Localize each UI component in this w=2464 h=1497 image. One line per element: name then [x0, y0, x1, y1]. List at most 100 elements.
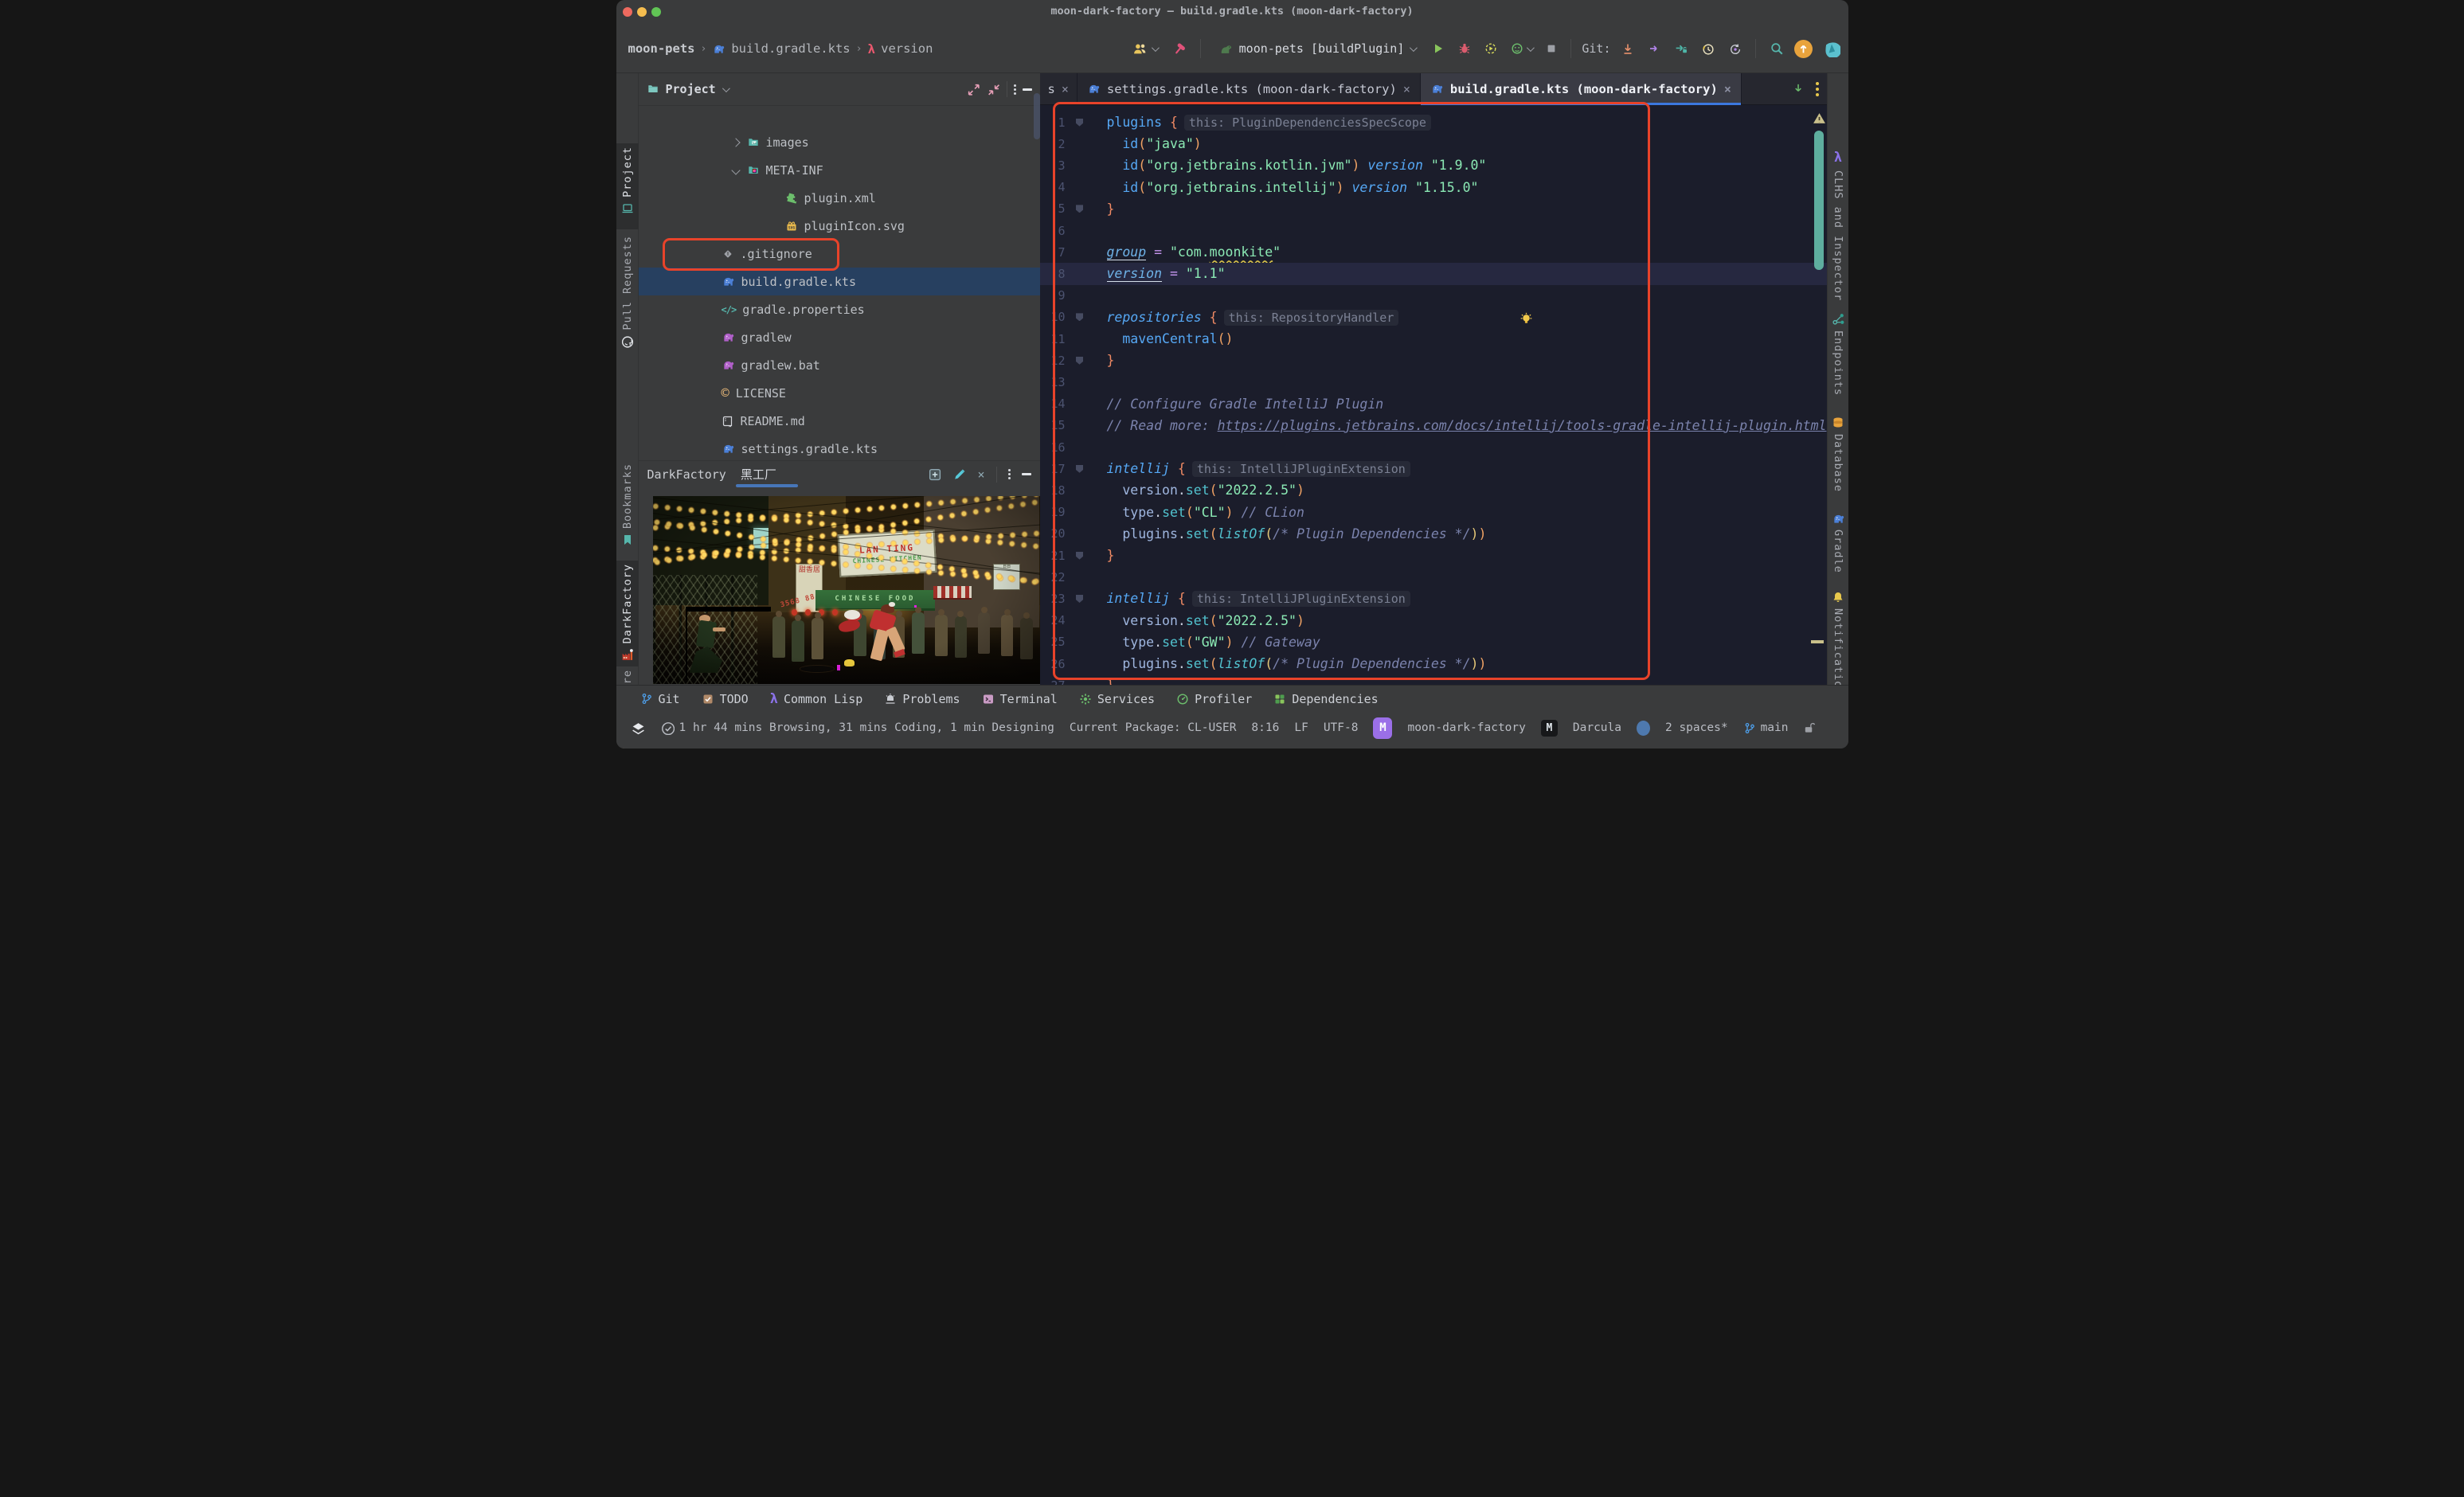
git-push-button[interactable] — [1671, 39, 1691, 59]
profile-button[interactable] — [1508, 39, 1535, 58]
code-line-5[interactable]: 5} — [1040, 198, 1827, 220]
code-line-24[interactable]: 24 version.set("2022.2.5") — [1040, 610, 1827, 631]
code-line-7[interactable]: 7 group = "com.moonkite" — [1040, 241, 1827, 263]
editor-tab[interactable]: settings.gradle.kts (moon-dark-factory) × — [1078, 73, 1421, 104]
code-line-12[interactable]: 12} — [1040, 350, 1827, 371]
tree-item-gradlew[interactable]: gradlew — [639, 323, 1040, 351]
navigate-down-icon[interactable] — [1793, 83, 1805, 95]
code-line-11[interactable]: 11 mavenCentral() — [1040, 328, 1827, 350]
run-with-coverage-button[interactable] — [1481, 39, 1500, 58]
tree-item-build-gradle-kts[interactable]: build.gradle.kts — [638, 268, 1040, 295]
collapse-all-icon[interactable] — [987, 83, 1000, 96]
close-tab-icon[interactable]: × — [1724, 82, 1731, 96]
code-line-18[interactable]: 18 version.set("2022.2.5") — [1040, 479, 1827, 501]
caret-position[interactable]: 8:16 — [1251, 721, 1279, 734]
tool-window-button-darkfactory[interactable]: DarkFactory — [616, 561, 639, 666]
tree-item-pluginicon-svg[interactable]: SVG pluginIcon.svg — [639, 212, 1040, 240]
tool-window-button-database[interactable]: Database — [1828, 416, 1848, 513]
current-package[interactable]: Current Package: CL-USER — [1070, 721, 1237, 734]
code-line-14[interactable]: 14 // Configure Gradle IntelliJ Plugin — [1040, 393, 1827, 415]
code-line-6[interactable]: 6 — [1040, 220, 1827, 241]
tree-item-license[interactable]: © LICENSE — [639, 379, 1040, 407]
git-commit-button[interactable] — [1645, 39, 1664, 58]
tool-window-button-services[interactable]: Services — [1079, 692, 1155, 706]
editor-tab[interactable]: build.gradle.kts (moon-dark-factory) × — [1420, 73, 1742, 105]
tool-window-button-todo[interactable]: TODO — [702, 692, 749, 706]
code-line-15[interactable]: 15 // Read more: https://plugins.jetbrain… — [1040, 415, 1827, 436]
fold-marker-icon[interactable] — [1076, 594, 1083, 603]
tool-window-button-terminal[interactable]: Terminal — [982, 692, 1058, 706]
tree-item-readme-md[interactable]: README.md — [639, 407, 1040, 435]
darkfactory-tab[interactable]: 黑工厂 — [735, 461, 798, 487]
tree-item-images[interactable]: images — [639, 128, 1040, 156]
git-update-button[interactable] — [1618, 39, 1637, 59]
more-options-icon[interactable] — [1013, 84, 1016, 95]
code-line-20[interactable]: 20 plugins.set(listOf(/* Plugin Dependen… — [1040, 523, 1827, 545]
indent-setting[interactable]: 2 spaces* — [1665, 721, 1728, 734]
git-branch-name[interactable]: main — [1761, 721, 1789, 734]
tree-item-settings-gradle-kts[interactable]: settings.gradle.kts — [639, 435, 1040, 460]
tool-window-button-endpoints[interactable]: Endpoints — [1828, 312, 1848, 416]
code-line-13[interactable]: 13 — [1040, 371, 1827, 393]
inspection-warning-icon[interactable] — [1811, 111, 1828, 125]
fold-marker-icon[interactable] — [1076, 551, 1083, 560]
history-button[interactable] — [1698, 39, 1718, 59]
fold-marker-icon[interactable] — [1076, 118, 1083, 127]
code-line-22[interactable]: 22 — [1040, 566, 1827, 588]
run-configuration-select[interactable]: moon-pets [buildPlugin] — [1211, 37, 1422, 60]
code-line-8[interactable]: 8 version = "1.1" — [1039, 263, 1827, 285]
close-tab-icon[interactable]: × — [1403, 82, 1410, 96]
hide-panel-icon[interactable] — [1021, 473, 1031, 475]
tool-window-button-gradle[interactable]: Gradle — [1828, 513, 1848, 592]
editor-scrollbar[interactable] — [1813, 131, 1824, 270]
tree-expander-icon[interactable] — [730, 137, 741, 147]
code-line-17[interactable]: 17 intellij {this: IntelliJPluginExtensio… — [1040, 458, 1827, 479]
code-line-10[interactable]: 10 repositories {this: RepositoryHandler — [1040, 307, 1827, 328]
fold-marker-icon[interactable] — [1076, 464, 1083, 473]
fold-marker-icon[interactable] — [1076, 205, 1083, 213]
edit-pencil-icon[interactable] — [952, 467, 966, 481]
tool-window-button-common-lisp[interactable]: λ Common Lisp — [770, 691, 863, 707]
material-theme-badge[interactable]: M — [1540, 719, 1558, 737]
tree-item-gradlew-bat[interactable]: gradlew.bat — [639, 351, 1040, 379]
code-line-2[interactable]: 2 id("java") — [1040, 133, 1827, 154]
code-line-21[interactable]: 21} — [1040, 545, 1827, 566]
tree-scrollbar[interactable] — [1033, 93, 1040, 139]
code-line-16[interactable]: 16 — [1040, 436, 1827, 458]
update-available-button[interactable] — [1793, 39, 1813, 58]
code-line-26[interactable]: 26 plugins.set(listOf(/* Plugin Dependen… — [1040, 653, 1827, 674]
build-button[interactable] — [1167, 38, 1190, 60]
expand-all-icon[interactable] — [967, 83, 980, 96]
unlock-icon[interactable] — [1803, 721, 1816, 734]
chevron-down-icon[interactable] — [722, 84, 730, 92]
time-tracker-icon[interactable] — [660, 721, 675, 735]
stop-button[interactable] — [1543, 40, 1560, 57]
intention-bulb-icon[interactable] — [1519, 312, 1533, 326]
tool-window-button-project[interactable]: Project — [616, 143, 639, 229]
breadcrumb-item[interactable]: version — [881, 41, 933, 56]
code-line-27[interactable]: 27} — [1040, 674, 1827, 685]
toolbox-button[interactable] — [1820, 37, 1844, 61]
tool-window-button-problems[interactable]: Problems — [884, 692, 960, 706]
fold-marker-icon[interactable] — [1076, 313, 1083, 322]
fold-marker-icon[interactable] — [1076, 356, 1083, 365]
code-with-me-button[interactable] — [1128, 39, 1160, 59]
breadcrumb-item[interactable]: moon-pets — [628, 41, 695, 56]
project-panel-title[interactable]: Project — [666, 82, 716, 96]
tool-window-button-git[interactable]: Git — [640, 692, 680, 706]
theme-name[interactable]: Darcula — [1573, 721, 1621, 734]
tree-item-gradle-properties[interactable]: </> gradle.properties — [639, 295, 1040, 323]
code-line-19[interactable]: 19 type.set("CL") // CLion — [1040, 502, 1827, 523]
tree-item-meta-inf[interactable]: META-INF — [639, 156, 1040, 184]
code-line-4[interactable]: 4 id("org.jetbrains.intellij") version "… — [1040, 177, 1827, 198]
more-options-icon[interactable] — [1007, 469, 1011, 479]
code-line-23[interactable]: 23 intellij {this: IntelliJPluginExtensio… — [1040, 588, 1827, 609]
tree-item--gitignore[interactable]: .gitignore — [639, 240, 1040, 268]
tree-expander-icon[interactable] — [730, 165, 741, 175]
stack-icon[interactable] — [631, 721, 645, 735]
code-editor[interactable]: 1 plugins {this: PluginDependenciesSpecSc… — [1039, 105, 1827, 685]
code-line-9[interactable]: 9 — [1040, 285, 1827, 307]
highlight-level-dot[interactable] — [1636, 720, 1650, 736]
close-icon[interactable]: × — [977, 467, 984, 482]
tab-options-icon[interactable] — [1815, 81, 1819, 96]
